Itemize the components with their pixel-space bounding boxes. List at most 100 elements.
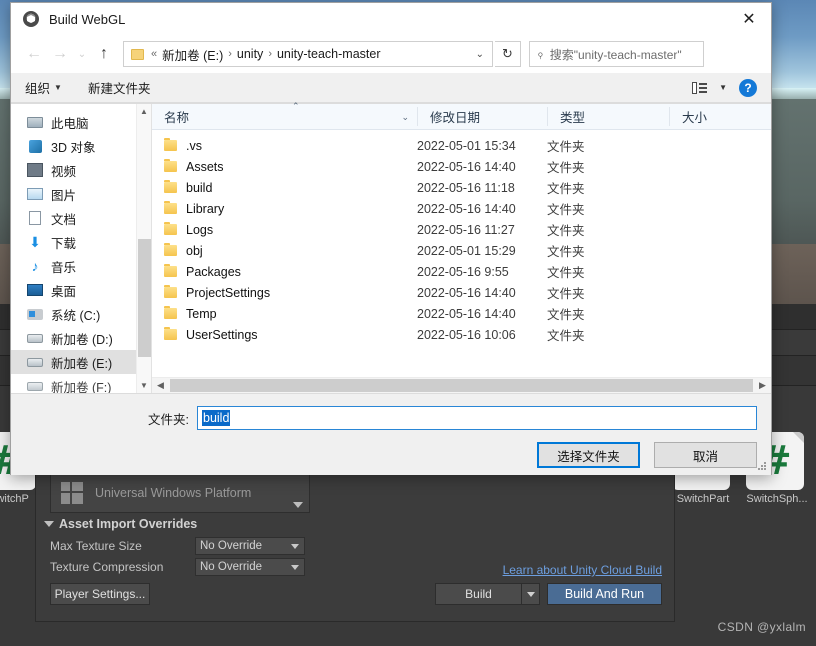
build-and-run-button[interactable]: Build And Run — [547, 583, 662, 605]
table-row[interactable]: Logs 2022-05-16 11:27 文件夹 — [152, 219, 771, 240]
platform-dropdown[interactable]: Universal Windows Platform — [50, 473, 310, 513]
up-icon[interactable]: ↑ — [91, 41, 117, 67]
dialog-title: Build WebGL — [49, 11, 126, 27]
scroll-right-icon[interactable]: ▶ — [754, 380, 771, 391]
sidebar-item-music[interactable]: ♪ 音乐 — [11, 254, 151, 278]
file-type: 文件夹 — [547, 182, 585, 196]
sidebar-item-videos[interactable]: 视频 — [11, 158, 151, 182]
dialog-toolbar: 组织 ▼ 新建文件夹 ▼ ? — [11, 73, 771, 103]
sidebar-item-downloads[interactable]: ⬇ 下载 — [11, 230, 151, 254]
table-row[interactable]: UserSettings 2022-05-16 10:06 文件夹 — [152, 324, 771, 345]
chevron-down-icon[interactable]: ▼ — [719, 83, 727, 92]
file-dialog: Build WebGL ✕ ← → ⌄ ↑ « 新加卷 (E:) › unity… — [10, 2, 772, 475]
sidebar-item-3d-objects[interactable]: 3D 对象 — [11, 134, 151, 158]
file-date: 2022-05-16 9:55 — [417, 264, 509, 279]
recent-locations-icon[interactable]: ⌄ — [73, 41, 91, 67]
file-rows: .vs 2022-05-01 15:34 文件夹 Assets 2022-05-… — [152, 130, 771, 345]
table-row[interactable]: build 2022-05-16 11:18 文件夹 — [152, 177, 771, 198]
chevron-down-icon — [526, 591, 535, 597]
search-icon: ⌕ — [532, 46, 548, 61]
3d-objects-icon — [27, 138, 43, 154]
folder-name-input[interactable]: build — [197, 406, 757, 430]
table-row[interactable]: ProjectSettings 2022-05-16 14:40 文件夹 — [152, 282, 771, 303]
forward-icon[interactable]: → — [47, 41, 73, 67]
back-icon[interactable]: ← — [21, 41, 47, 67]
player-settings-button[interactable]: Player Settings... — [50, 583, 150, 605]
breadcrumb-current[interactable]: unity-teach-master — [274, 47, 384, 61]
sidebar-item-desktop[interactable]: 桌面 — [11, 278, 151, 302]
help-icon[interactable]: ? — [739, 78, 757, 97]
texture-compression-dropdown[interactable]: No Override — [195, 558, 305, 576]
sidebar-item-this-pc[interactable]: 此电脑 — [11, 110, 151, 134]
dialog-body: 此电脑 3D 对象 视频 图片 文档 ⬇ 下载 ♪ 音乐 桌面 系统 (C:) … — [11, 101, 771, 393]
folder-name-label: 文件夹: — [148, 412, 189, 427]
file-type: 文件夹 — [547, 308, 585, 322]
resize-grip[interactable] — [758, 462, 768, 472]
chevron-down-icon[interactable]: ⌄ — [476, 49, 484, 60]
new-folder-button[interactable]: 新建文件夹 — [88, 78, 151, 97]
organize-button[interactable]: 组织 ▼ — [25, 78, 62, 97]
music-icon: ♪ — [31, 258, 39, 274]
scroll-down-icon[interactable]: ▼ — [137, 378, 151, 393]
chevron-down-icon — [291, 543, 299, 549]
drive-icon — [27, 354, 43, 370]
table-row[interactable]: Library 2022-05-16 14:40 文件夹 — [152, 198, 771, 219]
view-options-icon[interactable] — [692, 81, 708, 94]
sidebar-item-system-c[interactable]: 系统 (C:) — [11, 302, 151, 326]
address-bar[interactable]: « 新加卷 (E:) › unity › unity-teach-master … — [123, 41, 493, 67]
scroll-left-icon[interactable]: ◀ — [152, 380, 169, 391]
close-icon[interactable]: ✕ — [727, 3, 771, 35]
organize-label: 组织 — [25, 82, 51, 96]
build-dropdown-arrow[interactable] — [521, 584, 539, 604]
max-texture-size-dropdown[interactable]: No Override — [195, 537, 305, 555]
asset-import-overrides-header[interactable]: Asset Import Overrides — [44, 517, 197, 531]
drive-icon — [27, 330, 43, 346]
scrollbar-thumb[interactable] — [138, 239, 151, 357]
sidebar-item-label: 音乐 — [51, 260, 77, 275]
select-folder-button[interactable]: 选择文件夹 — [537, 442, 640, 468]
breadcrumb-separator: › — [228, 48, 232, 60]
column-header-date[interactable]: 修改日期 — [417, 107, 547, 126]
screen: # SwitchP SwitchPart # SwitchSph... CSDN… — [0, 0, 816, 646]
dialog-titlebar[interactable]: Build WebGL ✕ — [11, 3, 771, 35]
cancel-button[interactable]: 取消 — [654, 442, 757, 468]
file-date: 2022-05-01 15:29 — [417, 243, 516, 258]
file-date: 2022-05-16 14:40 — [417, 285, 516, 300]
sidebar-item-documents[interactable]: 文档 — [11, 206, 151, 230]
column-header-name[interactable]: 名称 ⌃ ⌄ — [152, 101, 417, 126]
file-name: .vs — [186, 138, 202, 153]
file-type: 文件夹 — [547, 224, 585, 238]
sidebar-item-drive-d[interactable]: 新加卷 (D:) — [11, 326, 151, 350]
search-input[interactable]: ⌕ 搜索"unity-teach-master" — [529, 41, 704, 67]
csdn-watermark: CSDN @yxlalm — [717, 620, 806, 634]
breadcrumb-separator: › — [268, 48, 272, 60]
sidebar-item-pictures[interactable]: 图片 — [11, 182, 151, 206]
sidebar-item-label: 此电脑 — [51, 116, 89, 131]
breadcrumb-drive[interactable]: 新加卷 (E:) — [159, 45, 226, 64]
unity-app-icon — [23, 11, 39, 27]
table-row[interactable]: Temp 2022-05-16 14:40 文件夹 — [152, 303, 771, 324]
scrollbar-thumb[interactable] — [170, 379, 753, 392]
build-button-label: Build — [465, 587, 492, 601]
unity-cloud-build-link[interactable]: Learn about Unity Cloud Build — [503, 563, 662, 577]
breadcrumb-unity[interactable]: unity — [234, 47, 266, 61]
folder-icon — [164, 159, 177, 172]
sidebar-item-drive-f[interactable]: 新加卷 (F:) — [11, 374, 151, 393]
sidebar-item-drive-e[interactable]: 新加卷 (E:) — [11, 350, 151, 374]
sidebar-item-label: 系统 (C:) — [51, 308, 101, 323]
table-row[interactable]: obj 2022-05-01 15:29 文件夹 — [152, 240, 771, 261]
horizontal-scrollbar[interactable]: ◀ ▶ — [152, 377, 771, 393]
column-header-type[interactable]: 类型 — [547, 107, 669, 126]
table-row[interactable]: Assets 2022-05-16 14:40 文件夹 — [152, 156, 771, 177]
chevron-down-icon[interactable]: ⌄ — [401, 112, 409, 123]
table-row[interactable]: Packages 2022-05-16 9:55 文件夹 — [152, 261, 771, 282]
sidebar-scrollbar[interactable]: ▲ ▼ — [136, 104, 151, 393]
sidebar-item-label: 视频 — [51, 164, 77, 179]
refresh-icon[interactable]: ↻ — [495, 41, 521, 67]
column-header-size[interactable]: 大小 — [669, 107, 769, 126]
scroll-up-icon[interactable]: ▲ — [137, 104, 151, 119]
build-button[interactable]: Build — [435, 583, 540, 605]
chevron-down-icon: ▼ — [54, 83, 62, 92]
table-row[interactable]: .vs 2022-05-01 15:34 文件夹 — [152, 135, 771, 156]
file-type: 文件夹 — [547, 266, 585, 280]
